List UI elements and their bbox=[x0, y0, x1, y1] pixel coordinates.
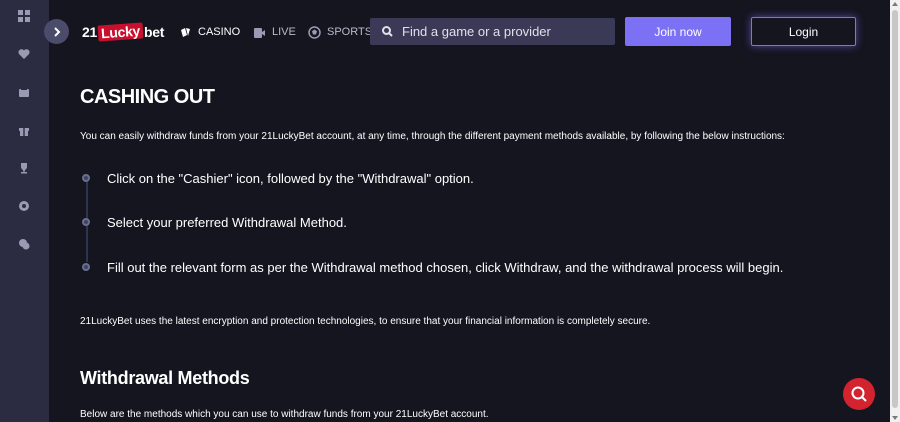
nav-live-label: LIVE bbox=[272, 26, 296, 38]
logo[interactable]: 21 Lucky bet bbox=[82, 22, 164, 42]
login-button[interactable]: Login bbox=[751, 17, 856, 46]
search-icon bbox=[382, 26, 393, 37]
trophy-icon[interactable] bbox=[14, 158, 34, 178]
cards-icon bbox=[181, 27, 190, 37]
vip-icon[interactable] bbox=[14, 196, 34, 216]
section-intro: Below are the methods which you can use … bbox=[80, 409, 489, 420]
list-item: Fill out the relevant form as per the Wi… bbox=[80, 257, 860, 277]
page-title: CASHING OUT bbox=[80, 86, 215, 108]
grid-icon[interactable] bbox=[14, 6, 34, 26]
heart-icon[interactable] bbox=[14, 44, 34, 64]
scroll-thumb[interactable] bbox=[892, 10, 898, 408]
scrollbar[interactable] bbox=[890, 0, 900, 422]
soccer-ball-icon bbox=[308, 25, 321, 39]
list-item: Select your preferred Withdrawal Method. bbox=[80, 212, 860, 232]
step-text: Click on the "Cashier" icon, followed by… bbox=[107, 170, 474, 186]
bullet-icon bbox=[82, 263, 90, 271]
bullet-icon bbox=[82, 174, 90, 182]
sidebar bbox=[0, 0, 49, 422]
nav-casino-label: CASINO bbox=[198, 26, 241, 38]
step-text: Fill out the relevant form as per the Wi… bbox=[107, 259, 784, 275]
security-note: 21LuckyBet uses the latest encryption an… bbox=[80, 316, 651, 327]
gift-icon[interactable] bbox=[14, 120, 34, 140]
step-text: Select your preferred Withdrawal Method. bbox=[107, 214, 347, 230]
nav-sports[interactable]: SPORTS bbox=[308, 24, 372, 40]
nav-live[interactable]: LIVE bbox=[253, 24, 296, 40]
search-input[interactable] bbox=[402, 24, 602, 39]
chevron-right-icon bbox=[53, 26, 60, 37]
sidebar-toggle-button[interactable] bbox=[44, 19, 69, 44]
live-icon bbox=[254, 27, 265, 38]
nav-sports-label: SPORTS bbox=[327, 26, 373, 38]
logo-part-bet: bet bbox=[143, 24, 165, 40]
logo-part-lucky: Lucky bbox=[97, 22, 144, 42]
chat-icon[interactable] bbox=[14, 234, 34, 254]
magnifier-icon bbox=[851, 386, 867, 402]
scroll-up-arrow-icon[interactable] bbox=[892, 2, 898, 6]
logo-part-21: 21 bbox=[82, 24, 97, 40]
bullet-icon bbox=[82, 218, 90, 226]
help-search-button[interactable] bbox=[843, 378, 875, 410]
list-item: Click on the "Cashier" icon, followed by… bbox=[80, 168, 860, 188]
search-bar[interactable] bbox=[370, 18, 615, 45]
promotions-icon[interactable] bbox=[14, 82, 34, 102]
join-now-button[interactable]: Join now bbox=[625, 17, 731, 46]
scroll-down-arrow-icon[interactable] bbox=[892, 416, 898, 420]
nav-casino[interactable]: CASINO bbox=[179, 24, 240, 40]
intro-text: You can easily withdraw funds from your … bbox=[80, 131, 785, 142]
section-title: Withdrawal Methods bbox=[80, 368, 250, 388]
